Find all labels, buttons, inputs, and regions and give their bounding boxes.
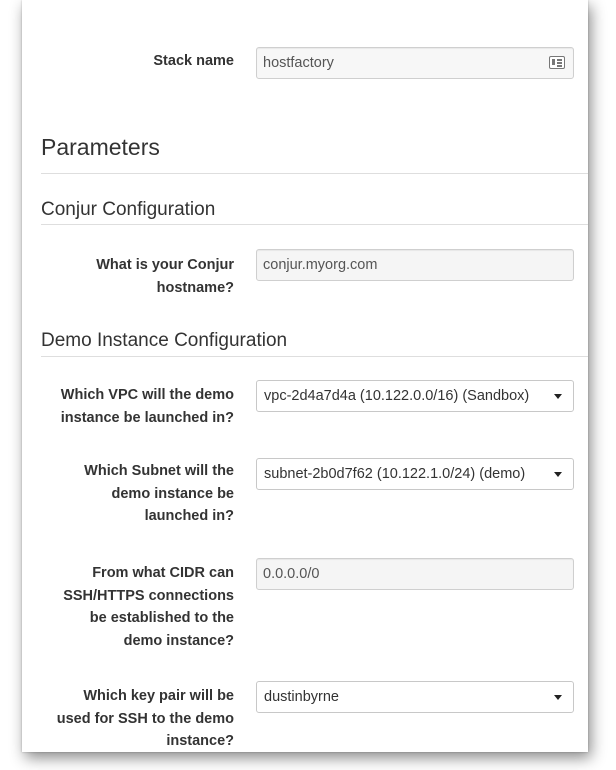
contact-card-icon[interactable] [549,56,565,69]
conjur-hostname-label: What is your Conjur hostname? [96,257,234,296]
subnet-label: Which Subnet will the demo instance be l… [84,463,234,524]
caret-down-icon [554,695,562,700]
keypair-select[interactable]: dustinbyrne [256,681,574,713]
vpc-label: Which VPC will the demo instance be laun… [60,387,234,426]
parameters-divider [41,173,588,174]
cidr-label: From what CIDR can SSH/HTTPS connections… [63,565,234,649]
cidr-input[interactable]: 0.0.0.0/0 [256,558,574,590]
conjur-configuration-heading: Conjur Configuration [41,199,216,220]
conjur-divider [41,224,588,225]
keypair-label: Which key pair will be used for SSH to t… [56,688,234,749]
stack-name-input[interactable]: hostfactory [256,47,574,79]
stack-parameters-panel: Stack name hostfactory Parameters Conjur… [22,0,588,752]
keypair-selected-value: dustinbyrne [264,689,339,705]
caret-down-icon [554,394,562,399]
conjur-hostname-value: conjur.myorg.com [263,257,378,273]
subnet-selected-value: subnet-2b0d7f62 (10.122.1.0/24) (demo) [264,466,526,482]
demo-instance-configuration-heading: Demo Instance Configuration [41,330,288,351]
stack-name-label: Stack name [153,53,234,69]
subnet-select[interactable]: subnet-2b0d7f62 (10.122.1.0/24) (demo) [256,458,574,490]
conjur-hostname-input[interactable]: conjur.myorg.com [256,249,574,281]
stack-name-value: hostfactory [263,55,334,71]
parameters-heading: Parameters [41,134,160,160]
vpc-select[interactable]: vpc-2d4a7d4a (10.122.0.0/16) (Sandbox) [256,380,574,412]
vpc-selected-value: vpc-2d4a7d4a (10.122.0.0/16) (Sandbox) [264,388,530,404]
caret-down-icon [554,472,562,477]
cidr-value: 0.0.0.0/0 [263,566,320,582]
demo-divider [41,356,588,357]
